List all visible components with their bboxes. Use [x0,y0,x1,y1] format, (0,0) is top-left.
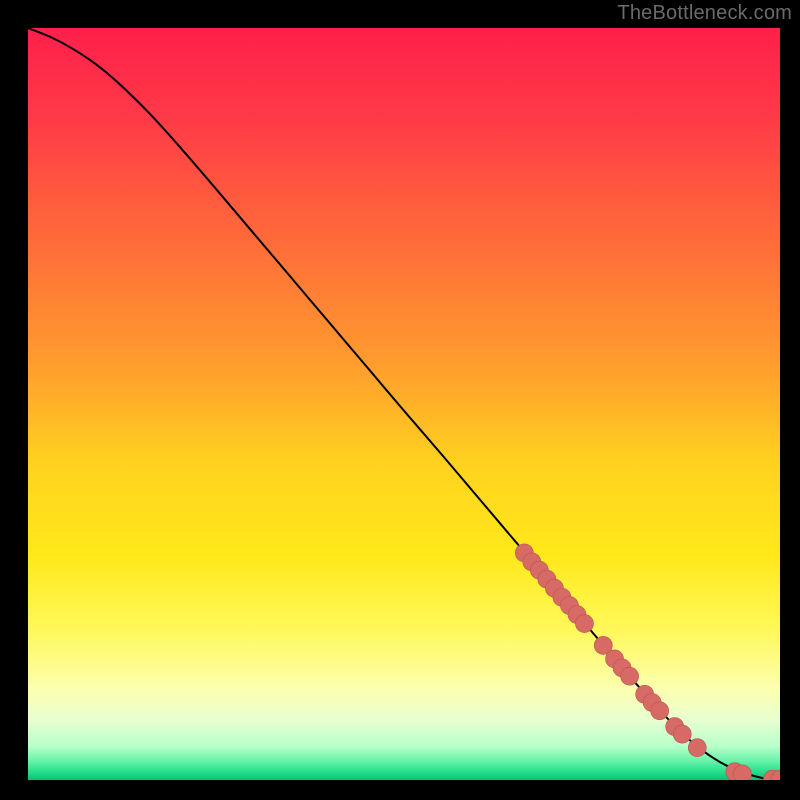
chart-stage: TheBottleneck.com [0,0,800,800]
data-marker [651,702,669,720]
data-marker [621,667,639,685]
data-marker [673,725,691,743]
watermark-text: TheBottleneck.com [617,2,792,25]
data-marker [575,615,593,633]
data-marker [733,765,751,780]
markers-layer [28,28,780,780]
data-marker [688,739,706,757]
plot-area [28,28,780,780]
